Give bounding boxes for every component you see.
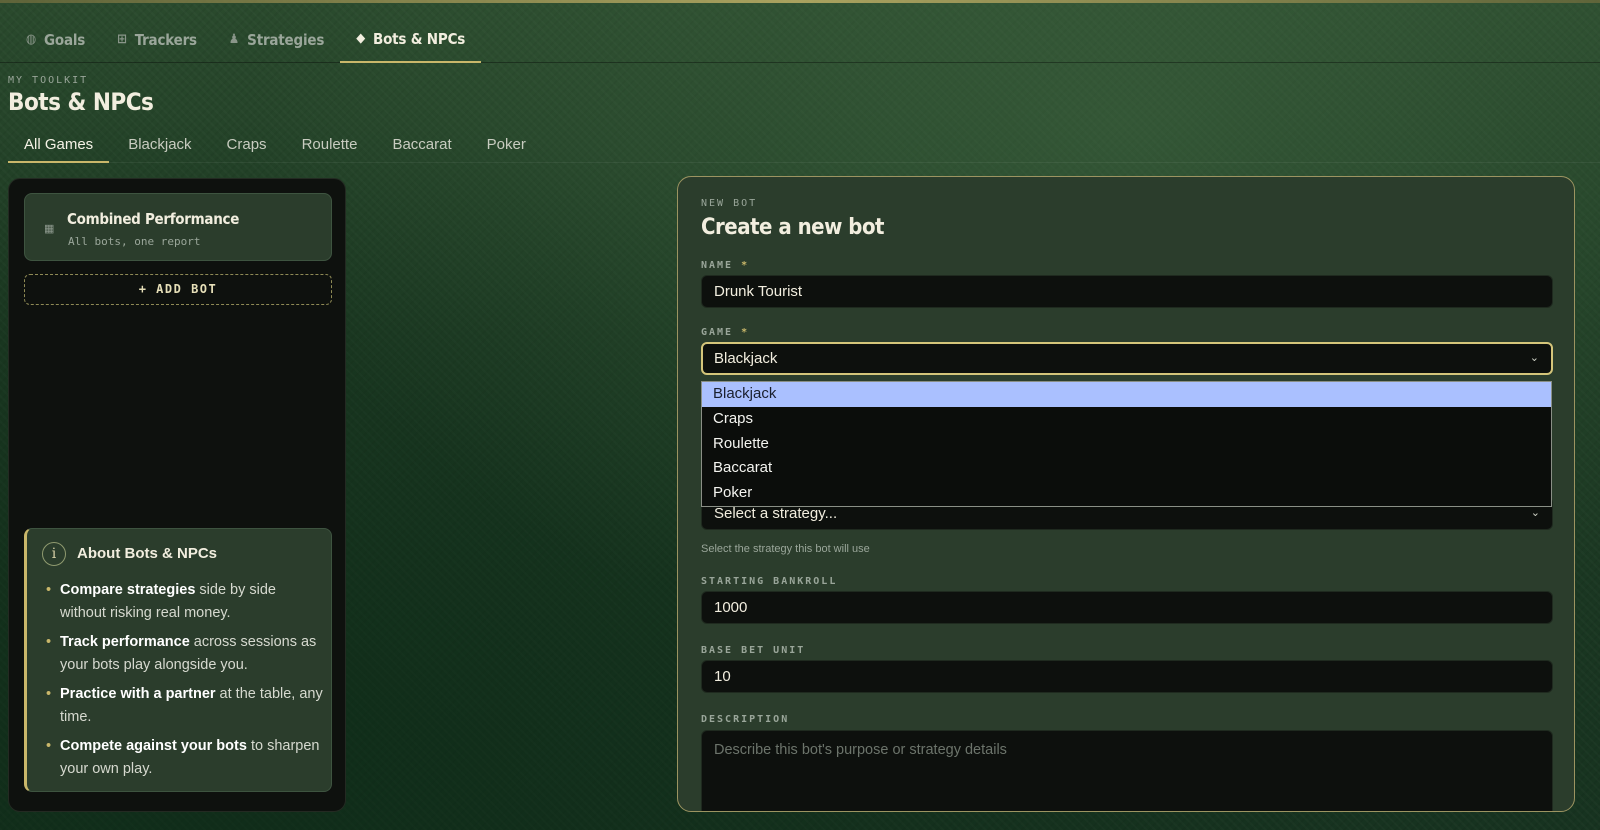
nav-bots-npcs-label: Bots & NPCs [372, 29, 466, 48]
strategy-hint: Select the strategy this bot will use [701, 543, 870, 555]
goal-icon: ◍ [26, 32, 37, 47]
game-label: GAME * [701, 327, 749, 338]
tab-all-games[interactable]: All Games [8, 130, 110, 163]
name-label: NAME * [701, 260, 749, 271]
form-eyebrow: NEW BOT [701, 198, 758, 209]
nav-strategies[interactable]: ♟ Strategies [213, 16, 340, 63]
tab-baccarat[interactable]: Baccarat [376, 130, 467, 163]
nav-trackers[interactable]: ⊞ Trackers [101, 16, 213, 63]
bots-sidebar: ▦ Combined Performance All bots, one rep… [8, 178, 346, 812]
about-bots-card: i About Bots & NPCs Compare strategies s… [24, 528, 332, 792]
about-title: About Bots & NPCs [77, 545, 217, 562]
game-select-value: Blackjack [714, 350, 778, 367]
top-navigation: ◍ Goals ⊞ Trackers ♟ Strategies ◆ Bots &… [0, 16, 1600, 63]
strategy-select-value: Select a strategy... [714, 505, 838, 522]
chevron-down-icon: ⌄ [1529, 352, 1539, 364]
person-icon: ♟ [228, 32, 240, 47]
description-textarea[interactable]: Describe this bot's purpose or strategy … [701, 730, 1553, 811]
tab-poker[interactable]: Poker [471, 130, 542, 163]
nav-goals-label: Goals [44, 30, 86, 49]
required-mark: * [741, 327, 750, 338]
required-mark: * [741, 260, 750, 271]
nav-goals[interactable]: ◍ Goals [10, 16, 101, 63]
tab-craps[interactable]: Craps [211, 130, 283, 163]
bet-unit-input[interactable]: 10 [701, 660, 1553, 693]
add-bot-button[interactable]: + ADD BOT [24, 274, 332, 305]
page-eyebrow: MY TOOLKIT [8, 75, 89, 86]
combined-performance-subtitle: All bots, one report [68, 235, 201, 248]
about-item: Compare strategies side by side without … [43, 579, 323, 625]
top-accent-line [0, 0, 1600, 3]
description-label: DESCRIPTION [701, 714, 790, 725]
tab-blackjack[interactable]: Blackjack [112, 130, 207, 163]
tab-roulette[interactable]: Roulette [286, 130, 374, 163]
game-tabs: All Games Blackjack Craps Roulette Bacca… [8, 130, 1600, 163]
name-label-text: NAME [701, 260, 734, 271]
about-item: Compete against your bots to sharpen you… [43, 735, 323, 781]
bet-unit-label: BASE BET UNIT [701, 645, 806, 656]
game-select[interactable]: Blackjack ⌄ [701, 342, 1553, 375]
game-dropdown-list: Blackjack Craps Roulette Baccarat Poker [701, 381, 1552, 507]
game-option-baccarat[interactable]: Baccarat [702, 456, 1551, 481]
nav-strategies-label: Strategies [247, 30, 325, 49]
nav-trackers-label: Trackers [134, 30, 197, 49]
about-item: Track performance across sessions as you… [43, 631, 323, 677]
game-option-roulette[interactable]: Roulette [702, 432, 1551, 457]
about-item: Practice with a partner at the table, an… [43, 683, 323, 729]
nav-bots-npcs[interactable]: ◆ Bots & NPCs [340, 16, 482, 63]
game-option-blackjack[interactable]: Blackjack [702, 382, 1551, 407]
about-item-bold: Compare strategies [60, 582, 196, 598]
grid-icon: ⊞ [117, 32, 127, 47]
about-item-bold: Practice with a partner [60, 686, 216, 702]
game-label-text: GAME [701, 327, 734, 338]
combined-performance-title: Combined Performance [67, 210, 240, 228]
game-option-poker[interactable]: Poker [702, 481, 1551, 506]
name-input[interactable]: Drunk Tourist [701, 275, 1553, 308]
report-grid-icon: ▦ [44, 223, 55, 235]
bankroll-label: STARTING BANKROLL [701, 576, 838, 587]
combined-performance-card[interactable]: ▦ Combined Performance All bots, one rep… [24, 193, 332, 261]
game-option-craps[interactable]: Craps [702, 407, 1551, 432]
diamond-icon: ◆ [356, 31, 365, 46]
about-list: Compare strategies side by side without … [43, 579, 323, 787]
about-item-bold: Compete against your bots [60, 738, 247, 754]
info-icon: i [42, 542, 66, 566]
form-title: Create a new bot [701, 215, 885, 240]
bankroll-input[interactable]: 1000 [701, 591, 1553, 624]
about-item-bold: Track performance [60, 634, 190, 650]
page-title: Bots & NPCs [8, 88, 154, 116]
